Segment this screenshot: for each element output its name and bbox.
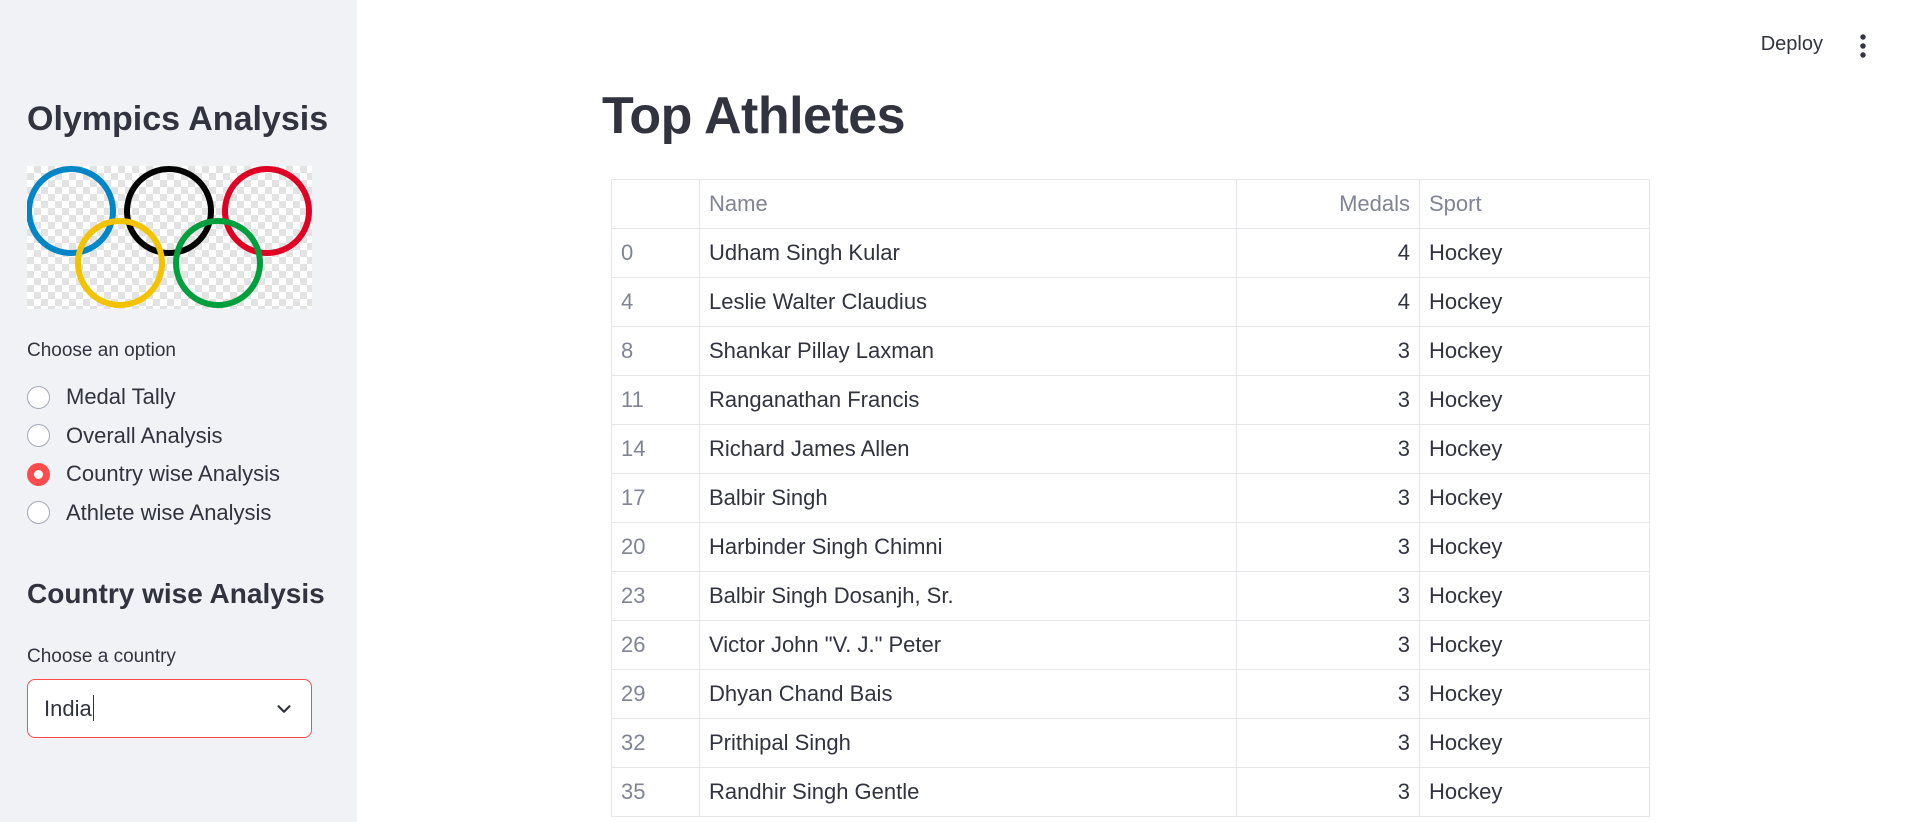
- table-row[interactable]: 4 Leslie Walter Claudius 4 Hockey: [611, 277, 1650, 327]
- option-radio-group: Medal Tally Overall Analysis Country wis…: [27, 378, 280, 532]
- cell-medals[interactable]: 3: [1236, 767, 1420, 817]
- cell-sport[interactable]: Hockey: [1419, 571, 1650, 621]
- cell-sport[interactable]: Hockey: [1419, 718, 1650, 768]
- cell-name[interactable]: Harbinder Singh Chimni: [699, 522, 1237, 572]
- cell-index[interactable]: 23: [611, 571, 700, 621]
- olympic-rings-icon: [27, 166, 312, 309]
- radio-athlete-wise-analysis[interactable]: Athlete wise Analysis: [27, 494, 280, 533]
- cell-name[interactable]: Ranganathan Francis: [699, 375, 1237, 425]
- cell-index[interactable]: 32: [611, 718, 700, 768]
- radio-label: Country wise Analysis: [66, 461, 280, 487]
- cell-name[interactable]: Shankar Pillay Laxman: [699, 326, 1237, 376]
- cell-medals[interactable]: 4: [1236, 228, 1420, 278]
- cell-medals[interactable]: 3: [1236, 620, 1420, 670]
- cell-index[interactable]: 17: [611, 473, 700, 523]
- sidebar-title: Olympics Analysis: [27, 100, 329, 138]
- table-row[interactable]: 8 Shankar Pillay Laxman 3 Hockey: [611, 326, 1650, 376]
- sidebar: Olympics Analysis Choose an option Medal…: [0, 0, 357, 822]
- radio-circle: [27, 424, 50, 448]
- column-header-sport[interactable]: Sport: [1419, 179, 1650, 229]
- country-select[interactable]: India: [27, 679, 312, 738]
- cell-index[interactable]: 8: [611, 326, 700, 376]
- table-row[interactable]: 11 Ranganathan Francis 3 Hockey: [611, 375, 1650, 425]
- cell-medals[interactable]: 3: [1236, 473, 1420, 523]
- kebab-menu-icon[interactable]: [1851, 33, 1875, 59]
- country-label: Choose a country: [27, 646, 176, 667]
- cell-name[interactable]: Prithipal Singh: [699, 718, 1237, 768]
- cell-sport[interactable]: Hockey: [1419, 277, 1650, 327]
- column-header-medals[interactable]: Medals: [1236, 179, 1420, 229]
- cell-medals[interactable]: 3: [1236, 424, 1420, 474]
- radio-circle-selected: [27, 462, 50, 486]
- table-row[interactable]: 35 Randhir Singh Gentle 3 Hockey: [611, 767, 1650, 817]
- cell-sport[interactable]: Hockey: [1419, 767, 1650, 817]
- country-select-value[interactable]: India: [44, 695, 273, 722]
- sidebar-subheader: Country wise Analysis: [27, 578, 325, 609]
- cell-index[interactable]: 29: [611, 669, 700, 719]
- cell-index[interactable]: 35: [611, 767, 700, 817]
- table-row[interactable]: 17 Balbir Singh 3 Hockey: [611, 473, 1650, 523]
- deploy-button[interactable]: Deploy: [1761, 33, 1823, 56]
- cell-medals[interactable]: 3: [1236, 669, 1420, 719]
- cell-medals[interactable]: 3: [1236, 718, 1420, 768]
- table-row[interactable]: 20 Harbinder Singh Chimni 3 Hockey: [611, 522, 1650, 572]
- cell-name[interactable]: Udham Singh Kular: [699, 228, 1237, 278]
- chevron-down-icon[interactable]: [273, 698, 295, 720]
- column-header-index[interactable]: [611, 179, 700, 229]
- radio-label: Athlete wise Analysis: [66, 499, 272, 525]
- cell-index[interactable]: 26: [611, 620, 700, 670]
- cell-name[interactable]: Balbir Singh: [699, 473, 1237, 523]
- cell-name[interactable]: Randhir Singh Gentle: [699, 767, 1237, 817]
- athletes-table: Name Medals Sport 0 Udham Singh Kular 4 Hoc…: [611, 179, 1650, 817]
- table-row[interactable]: 23 Balbir Singh Dosanjh, Sr. 3 Hockey: [611, 571, 1650, 621]
- page-title: Top Athletes: [602, 87, 906, 145]
- radio-medal-tally[interactable]: Medal Tally: [27, 378, 280, 417]
- radio-country-wise-analysis[interactable]: Country wise Analysis: [27, 455, 280, 494]
- table-row[interactable]: 32 Prithipal Singh 3 Hockey: [611, 718, 1650, 768]
- cell-index[interactable]: 14: [611, 424, 700, 474]
- radio-circle: [27, 385, 50, 409]
- cell-sport[interactable]: Hockey: [1419, 473, 1650, 523]
- cell-sport[interactable]: Hockey: [1419, 620, 1650, 670]
- cell-medals[interactable]: 3: [1236, 522, 1420, 572]
- radio-overall-analysis[interactable]: Overall Analysis: [27, 417, 280, 456]
- table-row[interactable]: 29 Dhyan Chand Bais 3 Hockey: [611, 669, 1650, 719]
- cell-sport[interactable]: Hockey: [1419, 669, 1650, 719]
- cell-sport[interactable]: Hockey: [1419, 326, 1650, 376]
- table-row[interactable]: 14 Richard James Allen 3 Hockey: [611, 424, 1650, 474]
- cell-index[interactable]: 11: [611, 375, 700, 425]
- cell-medals[interactable]: 3: [1236, 375, 1420, 425]
- cell-sport[interactable]: Hockey: [1419, 375, 1650, 425]
- cell-index[interactable]: 20: [611, 522, 700, 572]
- cell-medals[interactable]: 4: [1236, 277, 1420, 327]
- cell-sport[interactable]: Hockey: [1419, 228, 1650, 278]
- table-row[interactable]: 26 Victor John "V. J." Peter 3 Hockey: [611, 620, 1650, 670]
- cell-name[interactable]: Leslie Walter Claudius: [699, 277, 1237, 327]
- radio-label: Medal Tally: [66, 384, 176, 410]
- top-toolbar: Deploy: [1308, 0, 1908, 92]
- cell-medals[interactable]: 3: [1236, 326, 1420, 376]
- table-header-row: Name Medals Sport: [611, 179, 1650, 229]
- cell-name[interactable]: Victor John "V. J." Peter: [699, 620, 1237, 670]
- cell-sport[interactable]: Hockey: [1419, 522, 1650, 572]
- column-header-name[interactable]: Name: [699, 179, 1237, 229]
- radio-label: Overall Analysis: [66, 422, 223, 448]
- cell-index[interactable]: 0: [611, 228, 700, 278]
- table-row[interactable]: 0 Udham Singh Kular 4 Hockey: [611, 228, 1650, 278]
- radio-circle: [27, 501, 50, 525]
- cell-medals[interactable]: 3: [1236, 571, 1420, 621]
- option-label: Choose an option: [27, 340, 176, 361]
- cell-sport[interactable]: Hockey: [1419, 424, 1650, 474]
- cell-name[interactable]: Dhyan Chand Bais: [699, 669, 1237, 719]
- cell-name[interactable]: Richard James Allen: [699, 424, 1237, 474]
- cell-name[interactable]: Balbir Singh Dosanjh, Sr.: [699, 571, 1237, 621]
- cell-index[interactable]: 4: [611, 277, 700, 327]
